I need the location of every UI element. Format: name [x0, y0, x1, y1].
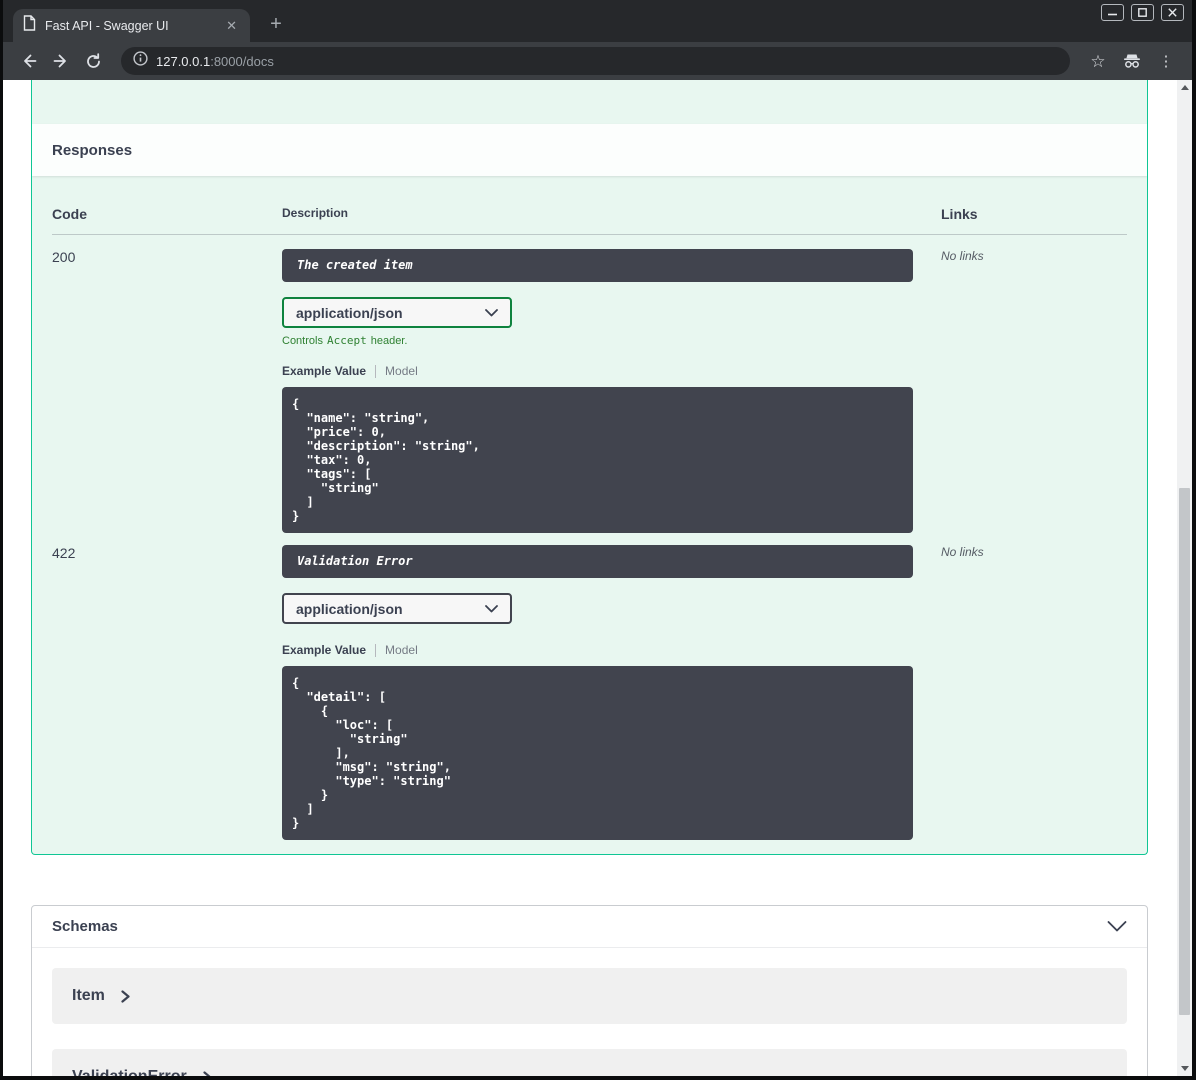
column-header-code: Code	[52, 196, 282, 235]
response-422-links: No links	[941, 545, 984, 559]
responses-wrapper: Code Description Links 200 The created i…	[32, 176, 1147, 854]
opblock-post: Responses Code Description Links 200 The…	[31, 80, 1148, 855]
chevron-down-icon	[485, 308, 498, 316]
responses-table: Code Description Links 200 The created i…	[52, 196, 1127, 840]
forward-button[interactable]	[47, 47, 75, 75]
media-type-value-200: application/json	[296, 304, 403, 321]
tab-divider	[375, 364, 377, 378]
title-bar: Fast API - Swagger UI ✕ +	[3, 0, 1192, 42]
tab-example-value[interactable]: Example Value	[282, 643, 366, 657]
schemas-section: Schemas Item ValidationError	[31, 905, 1148, 1076]
menu-button[interactable]: ⋮	[1152, 47, 1180, 75]
tab-title: Fast API - Swagger UI	[45, 18, 169, 33]
star-icon: ☆	[1090, 51, 1106, 71]
window-frame: Fast API - Swagger UI ✕ + 127.0.0.1:8000…	[3, 0, 1192, 1076]
media-type-select-200[interactable]: application/json	[282, 297, 512, 328]
menu-dots-icon: ⋮	[1158, 52, 1174, 70]
scroll-up-button[interactable]	[1177, 80, 1192, 95]
schemas-header[interactable]: Schemas	[32, 906, 1147, 948]
url-path: :8000/docs	[210, 53, 274, 69]
example-model-tabs-200: Example Value Model	[282, 364, 913, 378]
chevron-down-icon	[1107, 921, 1127, 932]
info-icon[interactable]	[133, 51, 148, 71]
example-json-200: { "name": "string", "price": 0, "descrip…	[282, 387, 913, 533]
response-code-200: 200	[52, 249, 76, 265]
tab-divider	[375, 643, 377, 657]
schema-item-row[interactable]: Item	[52, 968, 1127, 1024]
column-header-description: Description	[282, 196, 941, 235]
scroll-down-icon	[1180, 1066, 1189, 1071]
minimize-button[interactable]	[1101, 4, 1124, 21]
schemas-title: Schemas	[52, 918, 118, 935]
page-content: Responses Code Description Links 200 The…	[3, 80, 1192, 1076]
tab-model[interactable]: Model	[385, 643, 418, 657]
url-text: 127.0.0.1:8000/docs	[156, 54, 274, 69]
media-type-select-422[interactable]: application/json	[282, 593, 512, 624]
scroll-down-button[interactable]	[1177, 1061, 1192, 1076]
opblock-body-gap	[32, 80, 1147, 124]
schemas-body: Item ValidationError	[32, 948, 1147, 1076]
browser-toolbar: 127.0.0.1:8000/docs ☆ ⋮	[3, 42, 1192, 80]
maximize-button[interactable]	[1131, 4, 1154, 21]
bookmark-star-button[interactable]: ☆	[1084, 47, 1112, 75]
response-422-description: Validation Error	[282, 545, 913, 578]
new-tab-button[interactable]: +	[264, 13, 288, 37]
media-type-value-422: application/json	[296, 600, 403, 617]
response-200-links: No links	[941, 249, 984, 263]
incognito-icon	[1124, 54, 1140, 68]
page-icon	[23, 15, 36, 36]
tab-close-icon[interactable]: ✕	[223, 17, 240, 35]
response-200-description: The created item	[282, 249, 913, 282]
browser-tab[interactable]: Fast API - Swagger UI ✕	[13, 9, 250, 42]
chevron-right-icon	[203, 1070, 212, 1076]
scrollbar-thumb[interactable]	[1179, 488, 1190, 1015]
responses-section-header: Responses	[32, 124, 1147, 176]
response-422-description-cell: Validation Error application/json Exampl…	[282, 533, 941, 840]
responses-title: Responses	[52, 141, 133, 159]
reload-button[interactable]	[79, 47, 107, 75]
toolbar-right-icons: ☆ ⋮	[1084, 47, 1180, 75]
chevron-right-icon	[121, 989, 130, 1003]
scroll-up-icon	[1180, 85, 1189, 90]
window-controls	[1101, 4, 1184, 21]
example-model-tabs-422: Example Value Model	[282, 643, 913, 657]
chevron-down-icon	[485, 604, 498, 612]
schema-name-validationerror: ValidationError	[72, 1068, 187, 1076]
vertical-scrollbar[interactable]	[1177, 80, 1192, 1076]
column-header-links: Links	[941, 196, 1127, 235]
tab-model[interactable]: Model	[385, 364, 418, 378]
incognito-button[interactable]	[1118, 47, 1146, 75]
response-code-422: 422	[52, 545, 76, 561]
browser-window: Fast API - Swagger UI ✕ + 127.0.0.1:8000…	[0, 0, 1196, 1080]
example-json-422: { "detail": [ { "loc": [ "string" ], "ms…	[282, 666, 913, 840]
close-button[interactable]	[1161, 4, 1184, 21]
response-200-description-cell: The created item application/json Contro…	[282, 235, 941, 533]
url-host: 127.0.0.1	[156, 53, 211, 69]
schema-validationerror-row[interactable]: ValidationError	[52, 1049, 1127, 1076]
address-bar[interactable]: 127.0.0.1:8000/docs	[121, 47, 1070, 75]
tab-example-value[interactable]: Example Value	[282, 364, 366, 378]
accept-header-note: Controls Accept header.	[282, 334, 408, 347]
back-button[interactable]	[15, 47, 43, 75]
swagger-page: Responses Code Description Links 200 The…	[3, 80, 1177, 1076]
schema-name-item: Item	[72, 987, 105, 1004]
